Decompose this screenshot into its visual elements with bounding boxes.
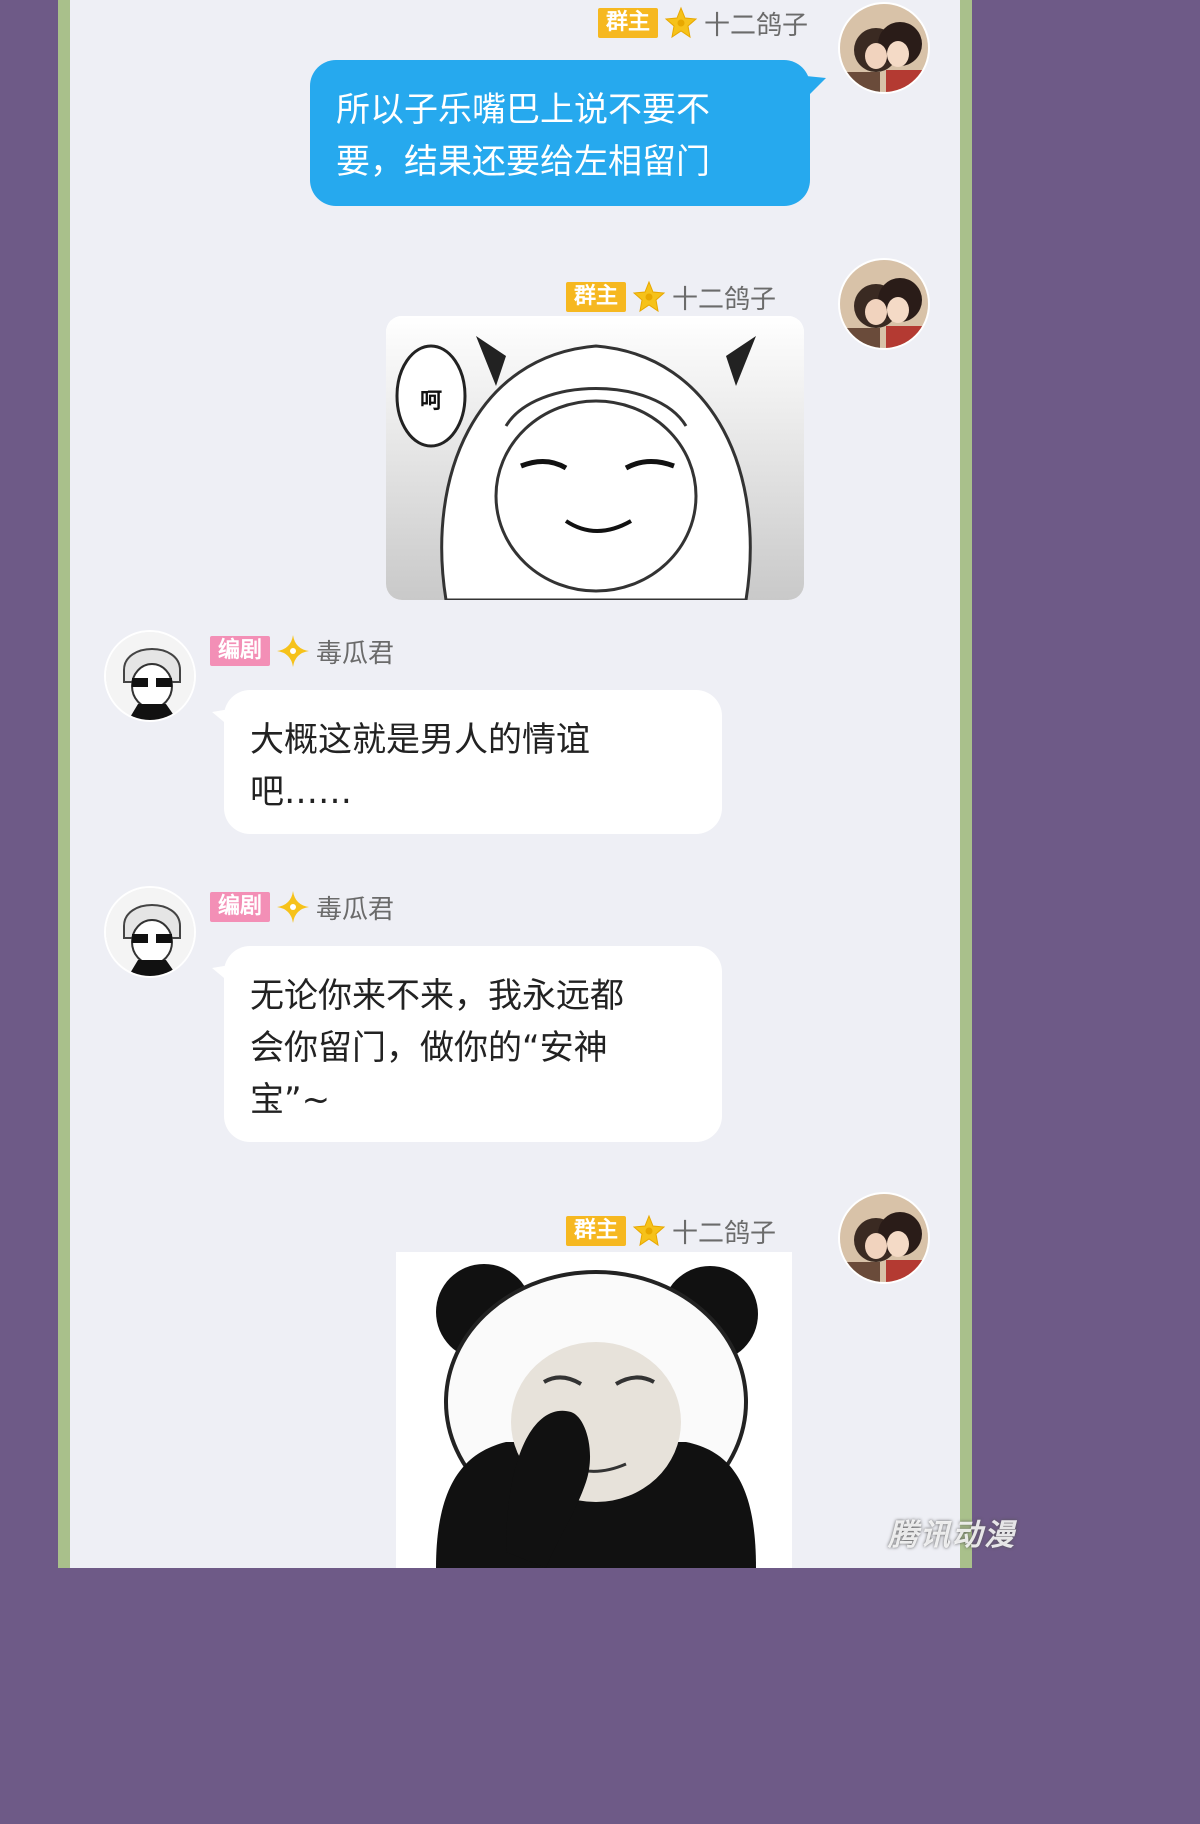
bubble-tail [806, 76, 826, 98]
avatar-image [840, 260, 928, 348]
chat-panel: 群主 十二鸽子 所以子乐嘴巴上说不要不 要，结果还要给左相留门 群主 十二鸽子 [70, 0, 960, 1568]
message-bubble[interactable]: 所以子乐嘴巴上说不要不 要，结果还要给左相留门 [310, 60, 810, 206]
message-bubble[interactable]: 大概这就是男人的情谊 吧…… [224, 690, 722, 834]
username: 十二鸽子 [704, 10, 809, 41]
username: 毒瓜君 [316, 894, 395, 925]
avatar-image [106, 888, 194, 976]
role-badge: 群主 [598, 8, 659, 38]
message-bubble[interactable]: 无论你来不来，我永远都 会你留门，做你的“安神 宝”~ [224, 946, 722, 1142]
diamond-star-icon [277, 891, 310, 923]
role-badge: 群主 [566, 1216, 627, 1246]
sender-line: 群主 十二鸽子 [566, 280, 777, 315]
sticker-image[interactable]: 呵 [386, 316, 804, 600]
sender-line: 编剧 毒瓜君 [210, 890, 395, 925]
role-badge: 编剧 [210, 892, 271, 922]
sticker-image[interactable] [396, 1252, 792, 1568]
avatar[interactable] [838, 2, 930, 94]
avatar-image [840, 4, 928, 92]
avatar[interactable] [838, 1192, 930, 1284]
avatar[interactable] [104, 630, 196, 722]
sender-line: 编剧 毒瓜君 [210, 634, 395, 669]
role-badge: 编剧 [210, 636, 271, 666]
diamond-star-icon [277, 635, 310, 667]
panda-meme-sticker [396, 1252, 792, 1568]
username: 十二鸽子 [672, 284, 777, 315]
star-icon [664, 6, 698, 39]
sender-line: 群主 十二鸽子 [566, 1214, 777, 1249]
star-icon [632, 1214, 666, 1247]
avatar[interactable] [838, 258, 930, 350]
username: 毒瓜君 [316, 638, 395, 669]
role-badge: 群主 [566, 282, 627, 312]
username: 十二鸽子 [672, 1218, 777, 1249]
watermark-logo: 腾讯动漫 [888, 1518, 1016, 1553]
avatar-image [106, 632, 194, 720]
manga-sticker: 呵 [386, 316, 804, 600]
star-icon [632, 280, 666, 313]
avatar-image [840, 1194, 928, 1282]
avatar[interactable] [104, 886, 196, 978]
sticker-caption: 呵 [420, 389, 442, 414]
sender-line: 群主 十二鸽子 [598, 6, 809, 41]
